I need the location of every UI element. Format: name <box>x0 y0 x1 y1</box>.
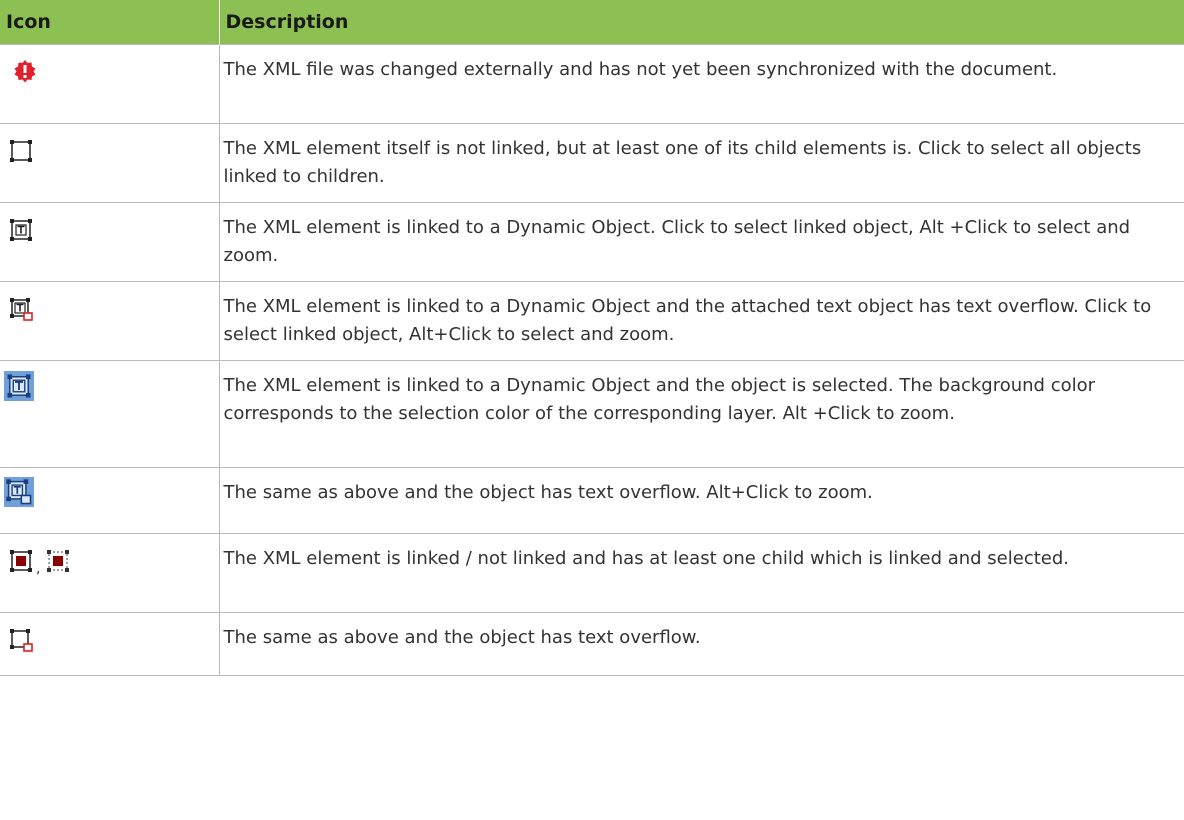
table-row: The XML file was changed externally and … <box>0 44 1184 124</box>
linked-selected-overflow-icon <box>4 477 34 507</box>
icon-cell <box>0 612 220 676</box>
header-row: Icon Description <box>0 0 1184 45</box>
icon-cell <box>0 281 220 361</box>
icon-cell <box>0 360 220 468</box>
description-cell: The XML element is linked to a Dynamic O… <box>218 360 1184 468</box>
icon-cell <box>0 202 220 282</box>
linked-text-overflow-icon <box>10 298 33 321</box>
description-cell: The same as above and the object has tex… <box>218 467 1184 534</box>
header-description: Description <box>219 0 1184 45</box>
table-row: The XML element is linked to a Dynamic O… <box>0 360 1184 468</box>
description-cell: The XML file was changed externally and … <box>218 44 1184 124</box>
header-icon: Icon <box>0 0 220 45</box>
child-linked-overflow-icon <box>10 629 33 652</box>
linked-selected-icon <box>4 371 34 401</box>
child-linked-icon <box>10 140 32 162</box>
table-row: The XML element is linked to a Dynamic O… <box>0 202 1184 282</box>
description-cell: The XML element itself is not linked, bu… <box>218 123 1184 203</box>
table-row: The XML element is linked to a Dynamic O… <box>0 281 1184 361</box>
description-cell: The XML element is linked to a Dynamic O… <box>218 281 1184 361</box>
unlinked-child-selected-icon <box>47 550 70 572</box>
linked-child-selected-icon <box>10 550 32 572</box>
icon-cell <box>0 467 220 534</box>
table-row: The XML element itself is not linked, bu… <box>0 123 1184 203</box>
icon-cell <box>0 123 220 203</box>
icon-separator: , <box>36 561 41 577</box>
external-change-warning-icon <box>14 60 36 83</box>
description-cell: The same as above and the object has tex… <box>218 612 1184 676</box>
description-cell: The XML element is linked / not linked a… <box>218 533 1184 613</box>
table-row: , The XML element is linked / not linked… <box>0 533 1184 613</box>
dynamic-object-linked-icon <box>10 219 32 241</box>
table-row: The same as above and the object has tex… <box>0 467 1184 534</box>
icon-cell: , <box>0 533 220 613</box>
icon-reference-table: Icon Description The XML file was change… <box>0 0 1184 676</box>
description-cell: The XML element is linked to a Dynamic O… <box>218 202 1184 282</box>
icon-cell <box>0 44 220 124</box>
table-row: The same as above and the object has tex… <box>0 612 1184 676</box>
